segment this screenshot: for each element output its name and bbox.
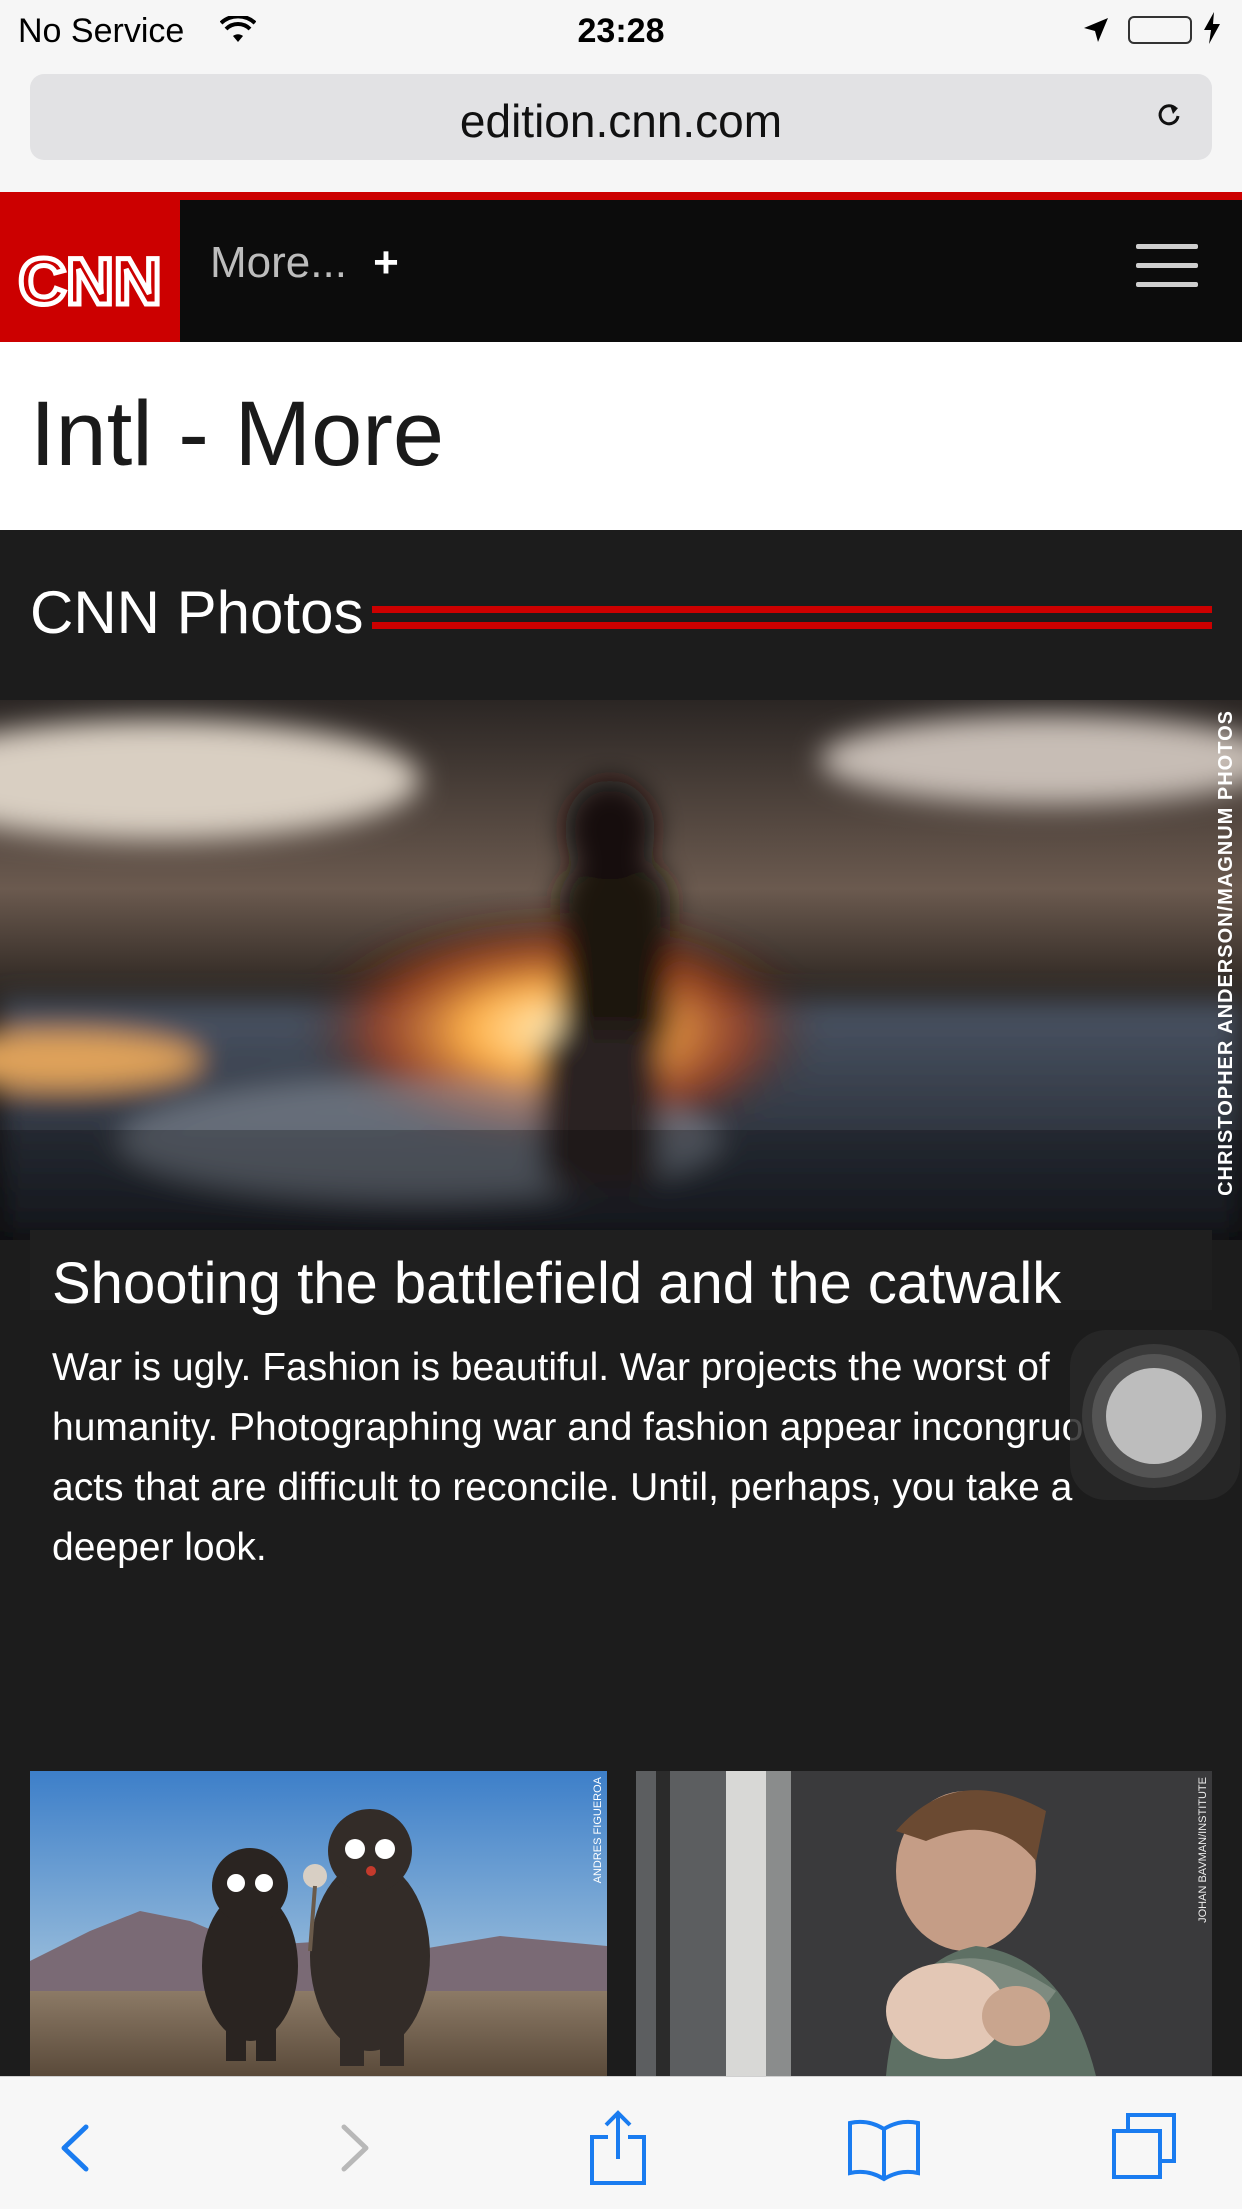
tabs-icon[interactable] (1104, 2107, 1184, 2187)
hamburger-menu-icon[interactable] (1136, 244, 1198, 292)
page-title-band: Intl - More (0, 342, 1242, 530)
more-menu-toggle[interactable]: More... + (210, 238, 399, 288)
hero-photo (0, 700, 1242, 1240)
story-card[interactable]: Shooting the battlefield and the catwalk… (30, 1230, 1212, 1610)
browser-toolbar (0, 2076, 1242, 2209)
charging-bolt-icon (1202, 12, 1222, 53)
back-icon[interactable] (38, 2107, 118, 2187)
section-header: CNN Photos (0, 530, 1242, 700)
address-bar[interactable]: edition.cnn.com (30, 74, 1212, 160)
battery-icon (1128, 16, 1192, 44)
section-title-rule (372, 606, 1212, 636)
reload-icon[interactable] (1156, 102, 1182, 128)
thumbnail-photo-costumes (30, 1771, 607, 2076)
hero-image[interactable]: CHRISTOPHER ANDERSON/MAGNUM PHOTOS (0, 700, 1242, 1240)
story-summary: War is ugly. Fashion is beautiful. War p… (52, 1346, 1125, 1569)
forward-icon[interactable] (312, 2107, 392, 2187)
cnn-logo-mark: CNN (16, 242, 164, 321)
header-accent-rule (0, 192, 1242, 200)
url-text: edition.cnn.com (459, 95, 783, 147)
location-arrow-icon (1082, 14, 1110, 53)
svg-text:CNN: CNN (19, 244, 162, 318)
thumbnail-credit: JOHAN BAVMAN/INSTITUTE (1197, 1777, 1209, 1923)
page-title: Intl - More (30, 383, 445, 485)
thumbnail-credit: ANDRES FIGUEROA (592, 1777, 604, 1884)
share-icon[interactable] (578, 2107, 658, 2187)
story-thumbnail[interactable]: ANDRES FIGUEROA (30, 1771, 607, 2076)
assistive-touch-button[interactable] (1070, 1330, 1240, 1500)
clock: 23:28 (577, 12, 665, 50)
plus-icon: + (373, 238, 399, 287)
more-menu-label: More... (210, 238, 347, 287)
thumbnail-photo-father (636, 1771, 1212, 2076)
story-thumbnail[interactable]: JOHAN BAVMAN/INSTITUTE (636, 1771, 1212, 2076)
bookmarks-icon[interactable] (844, 2107, 924, 2187)
site-header: CNN More... + (0, 192, 1242, 372)
image-credit: CHRISTOPHER ANDERSON/MAGNUM PHOTOS (1215, 710, 1237, 1196)
status-bar: No Service 23:28 (0, 0, 1242, 64)
story-headline[interactable]: Shooting the battlefield and the catwalk (52, 1250, 1061, 1317)
section-title[interactable]: CNN Photos (30, 578, 363, 647)
browser-address-area: edition.cnn.com (0, 64, 1242, 192)
